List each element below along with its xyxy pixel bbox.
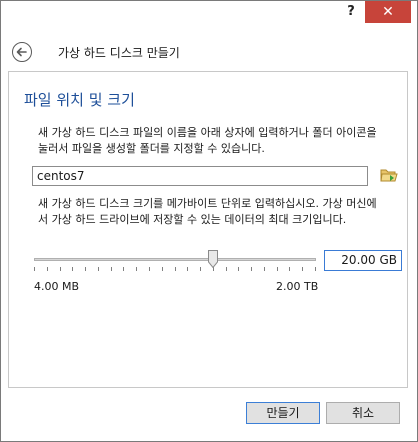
folder-open-icon[interactable] [380,166,398,184]
slider-tick [60,267,61,271]
location-description: 새 가상 하드 디스크 파일의 이름을 아래 상자에 입력하거나 폴더 아이콘을… [38,126,377,155]
slider-tick [47,267,48,271]
slider-max-label: 2.00 TB [276,280,319,293]
slider-tick [315,267,316,271]
back-arrow-icon[interactable] [12,42,32,62]
title-bar: ? ✕ [1,1,417,29]
slider-tick [238,267,239,271]
slider-tick [136,267,137,271]
slider-tick [264,267,265,271]
slider-ticks [34,267,316,273]
disk-size-input[interactable]: 20.00 GB [324,250,402,271]
slider-tick [72,267,73,271]
section-heading: 파일 위치 및 크기 [24,91,135,109]
slider-tick [162,267,163,271]
slider-tick [175,267,176,271]
slider-tick [226,267,227,271]
slider-tick [34,267,35,271]
size-slider[interactable] [34,250,316,274]
slider-tick [200,267,201,271]
file-location-input[interactable]: centos7 [32,166,368,186]
slider-tick [277,267,278,271]
slider-tick [123,267,124,271]
slider-tick [302,267,303,271]
wizard-title: 가상 하드 디스크 만들기 [58,46,180,60]
size-description: 새 가상 하드 디스크 크기를 메가바이트 단위로 입력하십시오. 가상 머신에… [38,197,377,226]
slider-track [34,258,316,261]
close-button[interactable]: ✕ [365,1,411,23]
cancel-button[interactable]: 취소 [326,402,400,424]
slider-thumb[interactable] [208,250,218,269]
slider-tick [111,267,112,271]
slider-tick [289,267,290,271]
wizard-header: 가상 하드 디스크 만들기 [0,36,416,70]
content-panel [8,71,408,388]
slider-min-label: 4.00 MB [34,280,80,293]
slider-tick [98,267,99,271]
slider-tick [187,267,188,271]
slider-tick [149,267,150,271]
slider-tick [85,267,86,271]
create-button[interactable]: 만들기 [246,402,320,424]
slider-tick [251,267,252,271]
